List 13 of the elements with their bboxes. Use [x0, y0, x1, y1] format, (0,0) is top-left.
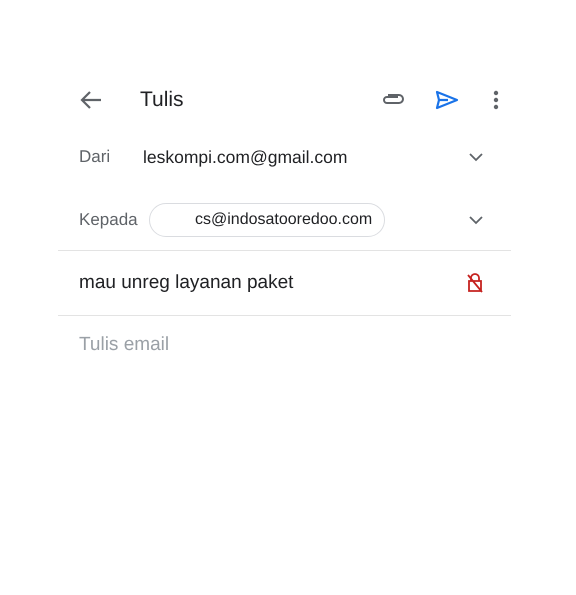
subject-field[interactable]: mau unreg layanan paket — [79, 272, 467, 294]
chevron-down-icon[interactable] — [469, 152, 483, 162]
to-label: Kepada — [79, 210, 139, 230]
recipient-chip[interactable]: cs@indosatooredoo.com — [149, 203, 386, 237]
chevron-down-icon[interactable] — [469, 216, 483, 224]
more-options-icon[interactable] — [493, 90, 499, 110]
back-button[interactable] — [80, 90, 102, 110]
send-button[interactable] — [435, 90, 459, 110]
lock-off-icon[interactable] — [467, 273, 483, 293]
paperclip-icon[interactable] — [381, 93, 405, 107]
from-address[interactable]: leskompi.com@gmail.com — [143, 146, 469, 168]
from-label: Dari — [79, 147, 112, 167]
window-title: Tulis — [140, 88, 185, 112]
